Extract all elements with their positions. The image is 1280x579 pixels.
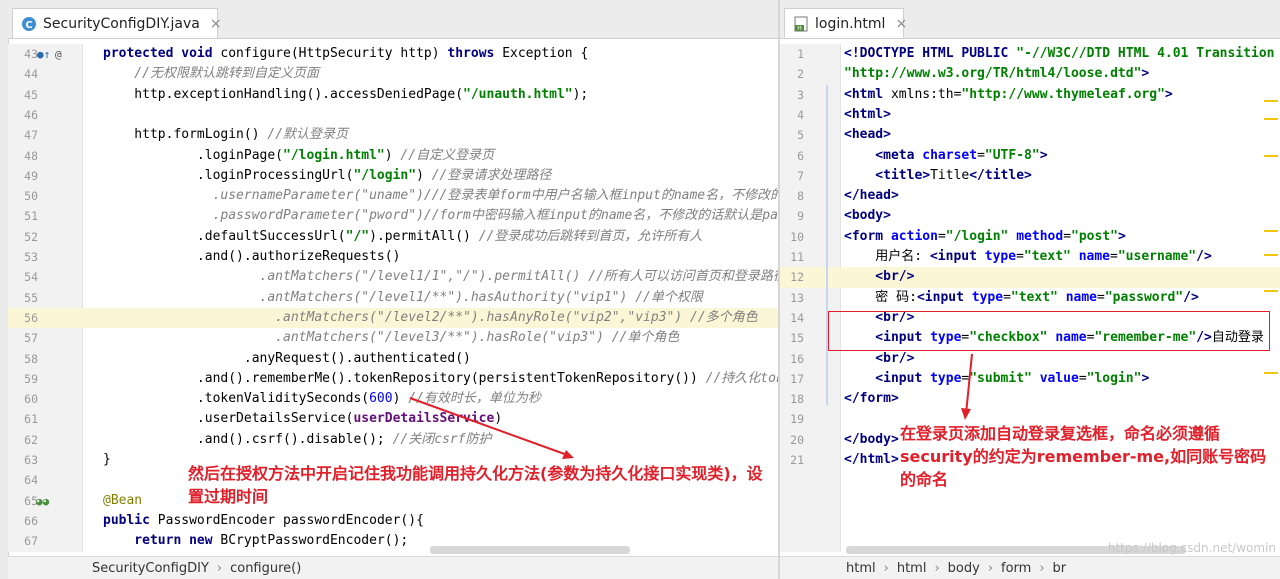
breadcrumb-br[interactable]: br	[1053, 561, 1067, 576]
right-annotation: 在登录页添加自动登录复选框，命名必须遵循security的约定为remember…	[900, 424, 1267, 489]
breadcrumb-html-1[interactable]: html	[846, 561, 876, 576]
chevron-right-icon: ›	[987, 560, 994, 576]
html-breadcrumb: html › html › body › form › br	[780, 556, 1280, 579]
watermark: https://blog.csdn.net/womin	[1107, 541, 1276, 555]
annotation-arrow-left	[409, 397, 574, 459]
chevron-right-icon: ›	[934, 560, 940, 576]
annotation-arrow-right	[961, 353, 973, 420]
breadcrumb-form[interactable]: form	[1001, 561, 1031, 576]
java-editor-pane[interactable]: C SecurityConfigDIY.java × 43 protected v…	[0, 0, 778, 579]
chevron-right-icon: ›	[883, 560, 889, 576]
breadcrumb-body[interactable]: body	[948, 561, 980, 576]
html-editor-pane[interactable]: H login.html × 1 <!DOCTYPE HTML PUBLIC "-…	[780, 0, 1280, 579]
chevron-right-icon: ›	[1039, 560, 1045, 576]
breadcrumb-html-2[interactable]: html	[897, 561, 927, 576]
